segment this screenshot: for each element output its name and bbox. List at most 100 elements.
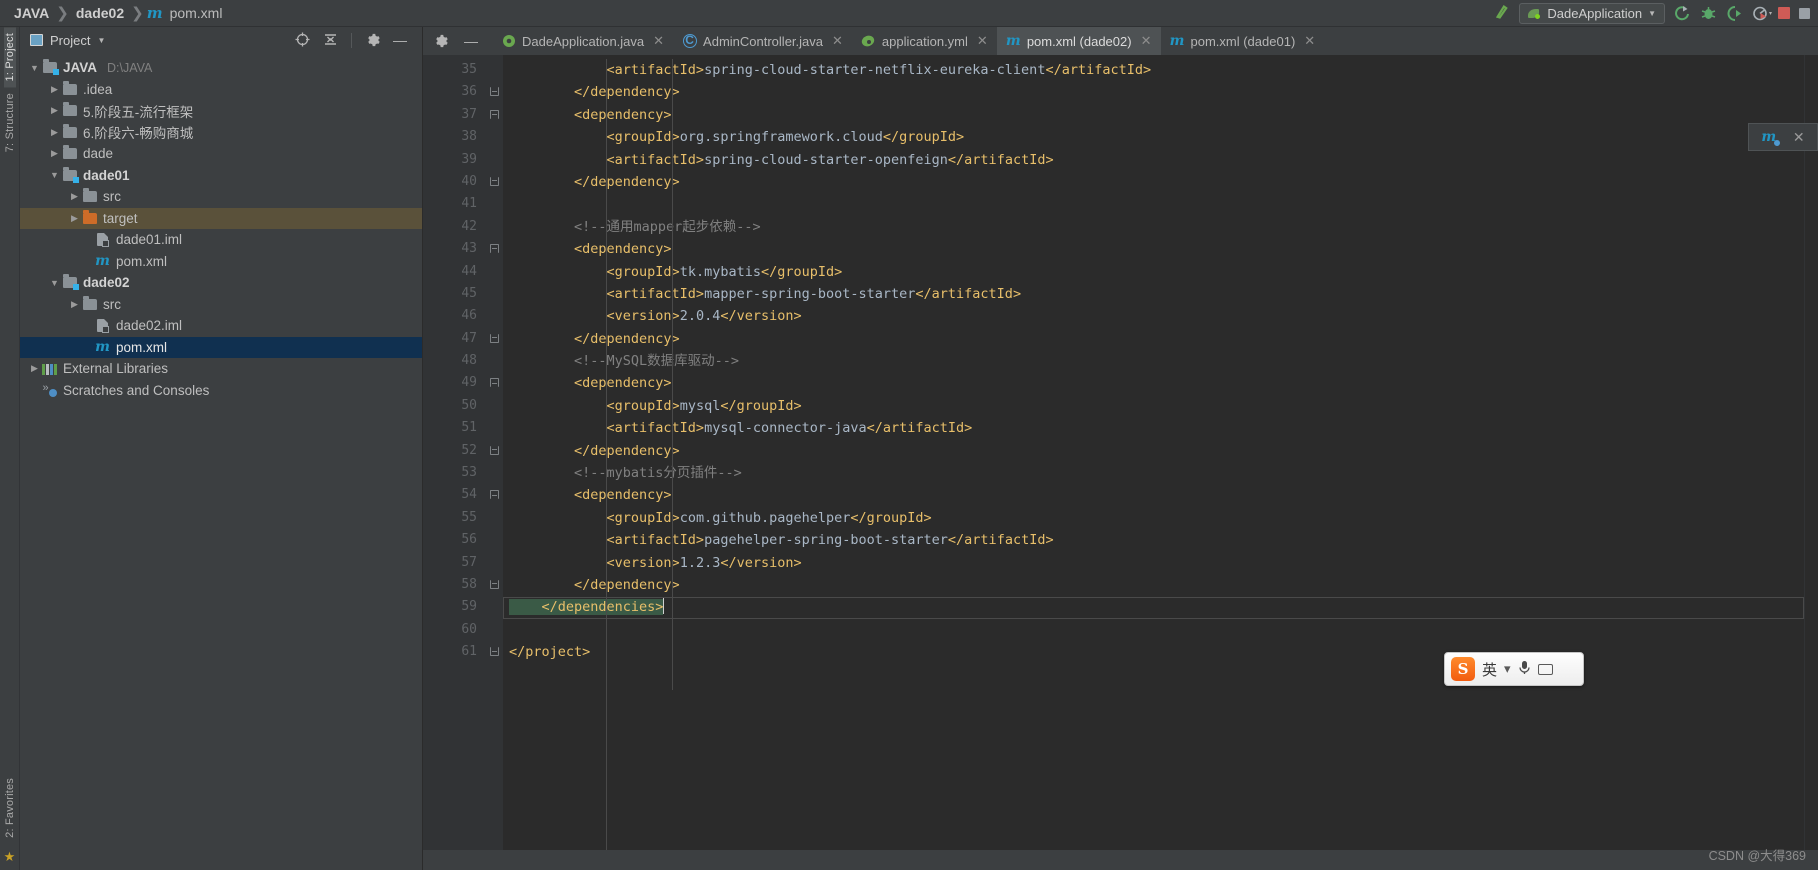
profiler-icon[interactable] xyxy=(1752,5,1772,22)
code-line[interactable] xyxy=(503,193,1804,215)
tree-row-dade02-pom[interactable]: m pom.xml xyxy=(20,336,422,358)
chevron-down-icon[interactable]: ▼ xyxy=(90,36,105,45)
breadcrumb-item-file[interactable]: pom.xml xyxy=(166,5,227,21)
fold-marker[interactable] xyxy=(485,484,503,506)
hide-editor-icon[interactable]: — xyxy=(464,34,478,48)
chevron-down-icon[interactable]: ▼ xyxy=(48,170,61,180)
chevron-right-icon[interactable]: ▶ xyxy=(48,148,61,159)
tree-row-dade[interactable]: ▶ dade xyxy=(20,143,422,165)
tree-row-dade01[interactable]: ▼ dade01 xyxy=(20,165,422,187)
code-line[interactable]: <!--mybatis分页插件--> xyxy=(503,462,1804,484)
code-line[interactable]: <dependency> xyxy=(503,104,1804,126)
layout-icon[interactable] xyxy=(1799,7,1810,19)
tree-row-stage6[interactable]: ▶ 6.阶段六-畅购商城 xyxy=(20,122,422,144)
chevron-right-icon[interactable]: ▶ xyxy=(68,299,81,310)
close-icon[interactable]: ✕ xyxy=(1138,33,1152,49)
fold-marker[interactable] xyxy=(485,171,503,193)
code-text-area[interactable]: <artifactId>spring-cloud-starter-netflix… xyxy=(503,55,1804,850)
code-line[interactable]: <!--通用mapper起步依赖--> xyxy=(503,216,1804,238)
collapse-all-icon[interactable] xyxy=(323,32,338,49)
code-line[interactable]: <version>1.2.3</version> xyxy=(503,552,1804,574)
chevron-down-icon[interactable]: ▼ xyxy=(48,278,61,288)
tree-row-dade01-pom[interactable]: m pom.xml xyxy=(20,251,422,273)
close-icon[interactable]: ✕ xyxy=(829,33,843,49)
code-line[interactable]: <dependency> xyxy=(503,238,1804,260)
sidebar-item-favorites-tab[interactable]: 2: Favorites xyxy=(4,772,16,844)
stop-icon[interactable] xyxy=(1778,7,1790,19)
code-line[interactable] xyxy=(503,619,1804,641)
tree-row-idea[interactable]: ▶ .idea xyxy=(20,79,422,101)
code-line[interactable]: <dependency> xyxy=(503,372,1804,394)
code-line[interactable]: </dependency> xyxy=(503,574,1804,596)
tab-dade-application-java[interactable]: DadeApplication.java ✕ xyxy=(492,27,673,55)
tree-row-dade01-src[interactable]: ▶ src xyxy=(20,186,422,208)
hide-panel-icon[interactable]: — xyxy=(393,33,407,47)
run-icon[interactable] xyxy=(1674,5,1691,22)
code-line[interactable]: <groupId>tk.mybatis</groupId> xyxy=(503,261,1804,283)
chevron-right-icon[interactable]: ▶ xyxy=(48,127,61,138)
code-folding-column[interactable] xyxy=(485,55,503,850)
code-line[interactable]: <!--MySQL数据库驱动--> xyxy=(503,350,1804,372)
locate-icon[interactable] xyxy=(295,32,310,49)
chevron-down-icon[interactable]: ▾ xyxy=(1504,661,1511,677)
project-tree[interactable]: ▼ JAVA D:\JAVA ▶ .idea ▶ 5.阶段五-流行框架 ▶ 6.… xyxy=(20,53,422,870)
gear-icon[interactable] xyxy=(433,33,448,50)
run-with-coverage-icon[interactable] xyxy=(1726,5,1743,22)
tree-row-dade01-iml[interactable]: dade01.iml xyxy=(20,229,422,251)
code-line[interactable]: </dependency> xyxy=(503,81,1804,103)
close-icon[interactable]: ✕ xyxy=(650,33,664,49)
favorites-star-icon[interactable]: ★ xyxy=(4,844,16,870)
fold-marker[interactable] xyxy=(485,641,503,663)
chevron-right-icon[interactable]: ▶ xyxy=(68,191,81,202)
code-line[interactable]: </dependency> xyxy=(503,328,1804,350)
tree-row-dade02-src[interactable]: ▶ src xyxy=(20,294,422,316)
fold-marker[interactable] xyxy=(485,328,503,350)
chevron-right-icon[interactable]: ▶ xyxy=(28,363,41,374)
chevron-right-icon[interactable]: ▶ xyxy=(68,213,81,224)
code-line[interactable]: <version>2.0.4</version> xyxy=(503,305,1804,327)
tree-row-external-libraries[interactable]: ▶ External Libraries xyxy=(20,358,422,380)
debug-icon[interactable] xyxy=(1700,5,1717,22)
tab-admin-controller-java[interactable]: C AdminController.java ✕ xyxy=(673,27,852,55)
breadcrumb-item-module[interactable]: dade02 xyxy=(72,5,128,21)
tab-pom-xml-dade01[interactable]: m pom.xml (dade01) ✕ xyxy=(1161,27,1325,55)
tab-application-yml[interactable]: application.yml ✕ xyxy=(852,27,997,55)
tree-row-java[interactable]: ▼ JAVA D:\JAVA xyxy=(20,57,422,79)
editor-body[interactable]: 35 36 37 38 39 40 41 42 43 44 45 46 47 48 49 50 51 52 53 54… xyxy=(423,55,1818,850)
code-line[interactable]: </dependency> xyxy=(503,440,1804,462)
fold-marker[interactable] xyxy=(485,372,503,394)
fold-marker[interactable] xyxy=(485,104,503,126)
ime-language-label[interactable]: 英 xyxy=(1482,659,1497,680)
close-icon[interactable]: ✕ xyxy=(1301,33,1315,49)
fold-marker[interactable] xyxy=(485,81,503,103)
maven-notification-chip[interactable]: m ✕ xyxy=(1748,123,1818,151)
run-configuration-selector[interactable]: DadeApplication ▼ xyxy=(1519,2,1665,24)
sidebar-item-project-tab[interactable]: 1: Project xyxy=(3,27,16,88)
close-icon[interactable]: ✕ xyxy=(974,33,988,49)
code-line[interactable]: <artifactId>mapper-spring-boot-starter</… xyxy=(503,283,1804,305)
tree-row-scratches-consoles[interactable]: Scratches and Consoles xyxy=(20,380,422,402)
keyboard-icon[interactable] xyxy=(1537,663,1553,675)
code-line[interactable]: <groupId>com.github.pagehelper</groupId> xyxy=(503,507,1804,529)
code-line[interactable]: <artifactId>spring-cloud-starter-openfei… xyxy=(503,149,1804,171)
tree-row-dade01-target[interactable]: ▶ target xyxy=(20,207,422,229)
code-line[interactable]: <groupId>org.springframework.cloud</grou… xyxy=(503,126,1804,148)
code-line[interactable]: </project> xyxy=(503,641,1804,663)
sidebar-item-structure-tab[interactable]: 7: Structure xyxy=(4,87,16,158)
chevron-down-icon[interactable]: ▼ xyxy=(28,63,41,73)
code-line[interactable]: <artifactId>mysql-connector-java</artifa… xyxy=(503,417,1804,439)
fold-marker[interactable] xyxy=(485,238,503,260)
breadcrumb-item-project[interactable]: JAVA xyxy=(10,5,53,21)
fold-marker[interactable] xyxy=(485,440,503,462)
build-hammer-icon[interactable] xyxy=(1493,2,1512,24)
code-line[interactable]: <artifactId>spring-cloud-starter-netflix… xyxy=(503,59,1804,81)
tab-pom-xml-dade02[interactable]: m pom.xml (dade02) ✕ xyxy=(996,27,1161,55)
fold-marker[interactable] xyxy=(485,574,503,596)
code-line[interactable]: </dependency> xyxy=(503,171,1804,193)
code-line[interactable]: <artifactId>pagehelper-spring-boot-start… xyxy=(503,529,1804,551)
chevron-right-icon[interactable]: ▶ xyxy=(48,84,61,95)
close-icon[interactable]: ✕ xyxy=(1793,129,1805,146)
mic-icon[interactable] xyxy=(1518,660,1531,678)
tree-row-dade02[interactable]: ▼ dade02 xyxy=(20,272,422,294)
gear-icon[interactable] xyxy=(365,32,380,49)
